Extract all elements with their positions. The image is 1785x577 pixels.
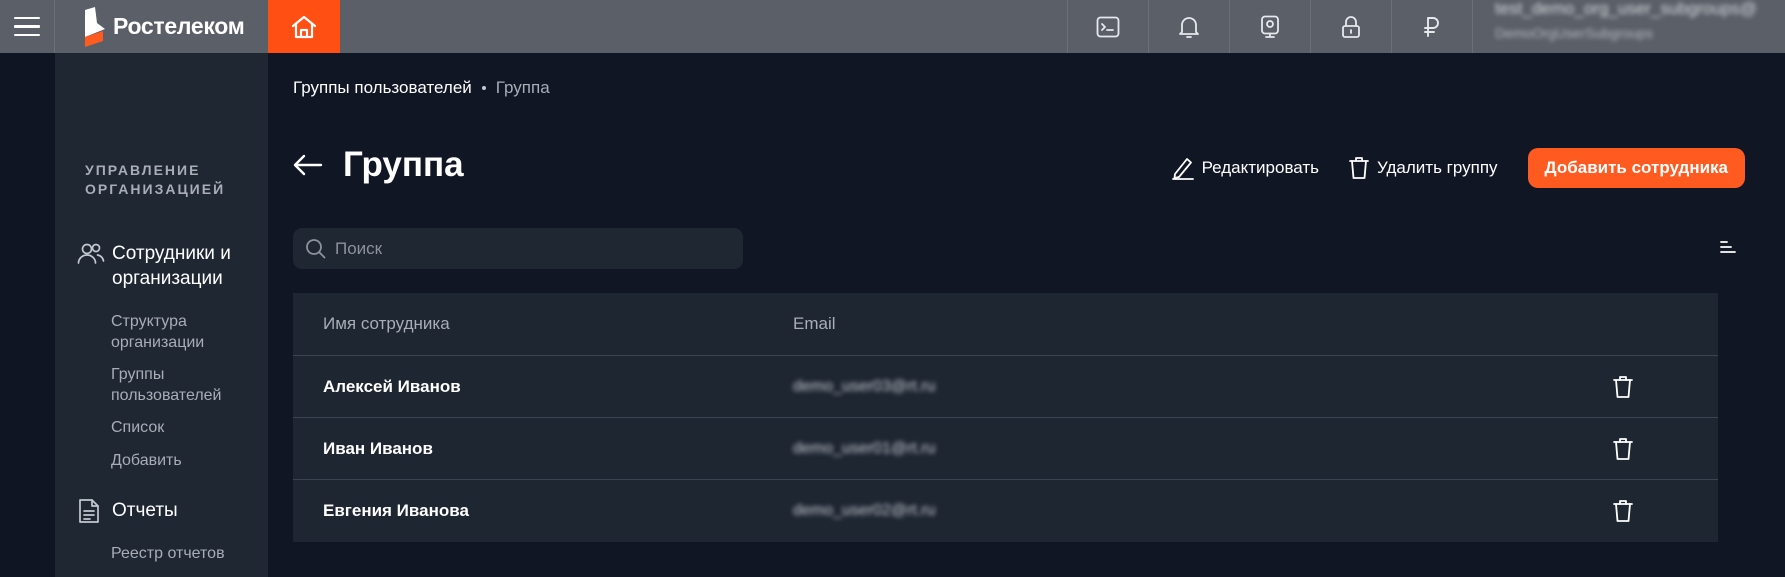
remove-employee-button[interactable] (1613, 437, 1633, 461)
search-input[interactable] (335, 238, 725, 259)
employee-name: Иван Иванов (323, 438, 433, 458)
title-row: Группа (293, 145, 464, 185)
sidebar-item-add[interactable]: Добавить (111, 450, 261, 471)
actions-bar: Редактировать Удалить группу Добавить со… (1171, 148, 1745, 188)
breadcrumb-current: Группа (495, 78, 550, 97)
brand-logo[interactable]: Ростелеком (55, 0, 268, 53)
camera-icon (1261, 15, 1279, 38)
notifications-button[interactable] (1148, 0, 1229, 53)
menu-icon-line (14, 16, 40, 20)
breadcrumb: Группы пользователей Группа (293, 78, 550, 98)
add-employee-button[interactable]: Добавить сотрудника (1527, 148, 1745, 188)
employees-table: Имя сотрудника Email Алексей Иванов demo… (293, 293, 1718, 542)
search-icon (306, 239, 326, 259)
home-icon (291, 15, 317, 38)
table-row[interactable]: Иван Иванов demo_user01@rt.ru (293, 418, 1718, 480)
menu-icon-line (14, 25, 40, 28)
employee-email: demo_user03@rt.ru (793, 377, 936, 395)
sidebar-group-label: Отчеты (112, 500, 178, 521)
table-row[interactable]: Алексей Иванов demo_user03@rt.ru (293, 356, 1718, 418)
breadcrumb-parent[interactable]: Группы пользователей (293, 78, 472, 98)
billing-button[interactable] (1391, 0, 1472, 53)
home-button[interactable] (268, 0, 340, 53)
main-content: Группы пользователей Группа Группа Редак… (268, 53, 1785, 577)
search-box (293, 228, 743, 269)
sidebar: УПРАВЛЕНИЕ ОРГАНИЗАЦИЕЙ Сотрудники и орг… (55, 53, 268, 577)
table-row[interactable]: Евгения Иванова demo_user02@rt.ru (293, 480, 1718, 542)
sidebar-heading: УПРАВЛЕНИЕ ОРГАНИЗАЦИЕЙ (85, 162, 226, 197)
edit-button-label: Редактировать (1201, 158, 1320, 177)
menu-button[interactable] (0, 0, 55, 53)
remove-employee-button[interactable] (1613, 499, 1633, 523)
sort-icon (1720, 241, 1736, 253)
sidebar-item-structure[interactable]: Структура организации (111, 311, 261, 353)
people-icon (77, 243, 105, 264)
trash-icon (1613, 437, 1633, 460)
page-title: Группа (343, 145, 464, 184)
ruble-icon (1424, 16, 1439, 37)
document-icon (79, 499, 99, 523)
security-button[interactable] (1310, 0, 1391, 53)
employee-name: Евгения Иванова (323, 501, 469, 520)
column-header-email[interactable]: Email (793, 314, 1613, 334)
user-name: test_demo_org_user_subgroups@ (1495, 0, 1758, 18)
sidebar-item-reports-registry[interactable]: Реестр отчетов (111, 543, 261, 564)
menu-icon-line (14, 33, 40, 37)
breadcrumb-separator (481, 86, 486, 90)
user-profile[interactable]: test_demo_org_user_subgroups@ DemoOrgUse… (1472, 0, 1785, 53)
pencil-icon (1171, 158, 1194, 180)
terminal-icon (1096, 16, 1120, 37)
arrow-left-icon (293, 154, 323, 176)
top-bar: Ростелеком test_demo_org_user_subgroups@… (0, 0, 1785, 53)
sidebar-item-user-groups[interactable]: Группы пользователей (111, 364, 261, 406)
delete-group-button-label: Удалить группу (1377, 158, 1498, 177)
sort-button[interactable] (1719, 239, 1737, 260)
sidebar-item-list[interactable]: Список (111, 417, 261, 438)
employee-email: demo_user02@rt.ru (793, 502, 936, 519)
bell-icon (1179, 16, 1199, 38)
sidebar-group-employees[interactable]: Сотрудники и организации (77, 241, 252, 291)
lock-icon (1342, 15, 1360, 38)
column-header-name[interactable]: Имя сотрудника (293, 314, 793, 334)
trash-icon (1349, 157, 1369, 179)
terminal-button[interactable] (1067, 0, 1148, 53)
trash-icon (1613, 375, 1633, 398)
sidebar-group-reports[interactable]: Отчеты (77, 498, 252, 524)
rostelecom-logo-icon (85, 6, 105, 47)
brand-name: Ростелеком (113, 13, 245, 39)
sidebar-group-label: Сотрудники и организации (112, 243, 231, 289)
back-button[interactable] (293, 154, 323, 176)
employee-name: Алексей Иванов (323, 376, 461, 396)
remove-employee-button[interactable] (1613, 375, 1633, 399)
left-strip (0, 53, 55, 577)
user-organization: DemoOrgUserSubgroups (1495, 24, 1653, 41)
edit-button[interactable]: Редактировать (1171, 156, 1320, 180)
trash-icon (1613, 500, 1633, 522)
camera-button[interactable] (1229, 0, 1310, 53)
employee-email: demo_user01@rt.ru (793, 439, 936, 457)
table-header: Имя сотрудника Email (293, 293, 1718, 356)
delete-group-button[interactable]: Удалить группу (1349, 156, 1498, 180)
